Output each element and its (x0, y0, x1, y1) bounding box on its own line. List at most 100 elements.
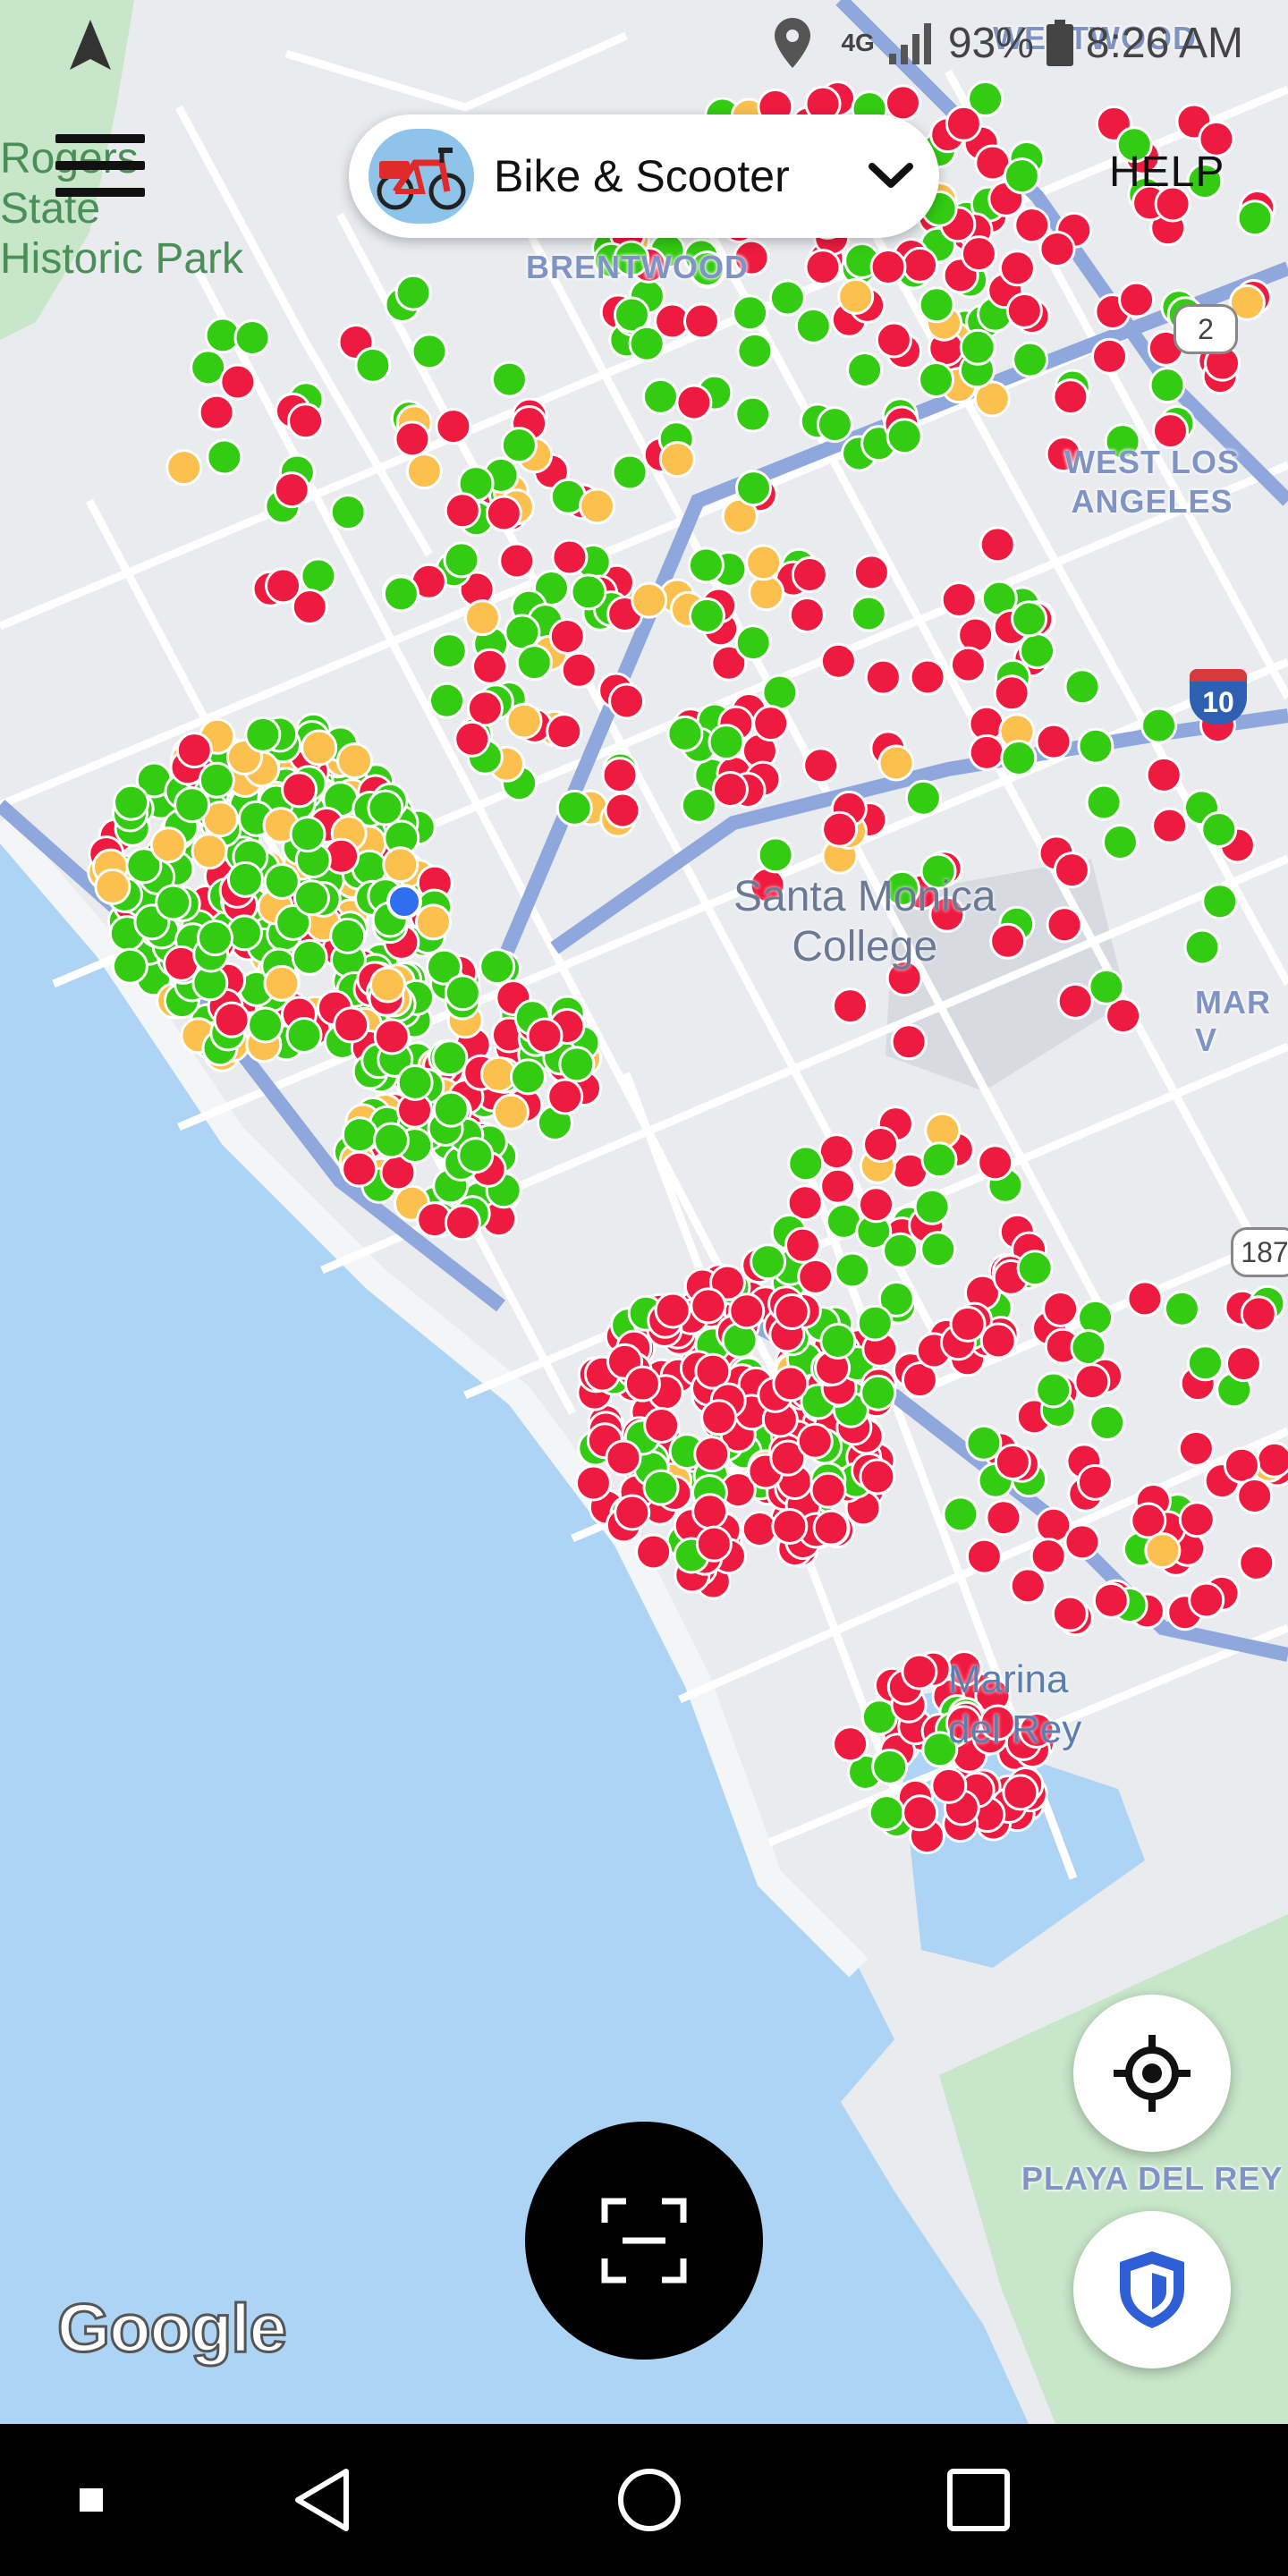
unavailable-vehicle-marker[interactable] (1256, 1441, 1288, 1479)
available-vehicle-marker[interactable] (457, 1137, 495, 1174)
low-battery-vehicle-marker[interactable] (263, 964, 301, 1002)
unavailable-vehicle-marker[interactable] (1118, 281, 1156, 318)
available-vehicle-marker[interactable] (834, 1251, 871, 1289)
available-vehicle-marker[interactable] (1000, 740, 1038, 777)
available-vehicle-marker[interactable] (206, 438, 243, 476)
unavailable-vehicle-marker[interactable] (1005, 292, 1043, 329)
available-vehicle-marker[interactable] (515, 644, 553, 682)
unavailable-vehicle-marker[interactable] (198, 394, 235, 431)
unavailable-vehicle-marker[interactable] (1236, 1477, 1274, 1514)
low-battery-vehicle-marker[interactable] (405, 453, 443, 490)
recents-button[interactable] (934, 2424, 1023, 2576)
unavailable-vehicle-marker[interactable] (1076, 1463, 1114, 1501)
available-vehicle-marker[interactable] (289, 816, 326, 853)
available-vehicle-marker[interactable] (444, 974, 481, 1012)
unavailable-vehicle-marker[interactable] (819, 1167, 857, 1205)
available-vehicle-marker[interactable] (1140, 707, 1178, 744)
recenter-button[interactable] (1073, 1995, 1231, 2152)
low-battery-vehicle-marker[interactable] (149, 826, 187, 864)
unavailable-vehicle-marker[interactable] (682, 302, 720, 340)
unavailable-vehicle-marker[interactable] (546, 713, 583, 750)
unavailable-vehicle-marker[interactable] (547, 1078, 584, 1115)
unavailable-vehicle-marker[interactable] (691, 1493, 729, 1530)
unavailable-vehicle-marker[interactable] (1051, 1595, 1089, 1632)
low-battery-vehicle-marker[interactable] (382, 846, 419, 884)
unavailable-vehicle-marker[interactable] (690, 1287, 727, 1325)
unavailable-vehicle-marker[interactable] (1240, 1295, 1277, 1333)
low-battery-vehicle-marker[interactable] (165, 449, 203, 487)
unavailable-vehicle-marker[interactable] (623, 1365, 661, 1402)
unavailable-vehicle-marker[interactable] (859, 1458, 896, 1496)
unavailable-vehicle-marker[interactable] (608, 682, 646, 720)
unavailable-vehicle-marker[interactable] (902, 1794, 939, 1832)
scan-button[interactable] (525, 2122, 763, 2360)
available-vehicle-marker[interactable] (198, 761, 235, 799)
unavailable-vehicle-marker[interactable] (551, 538, 589, 576)
low-battery-vehicle-marker[interactable] (415, 903, 453, 941)
available-vehicle-marker[interactable] (509, 1058, 547, 1096)
available-vehicle-marker[interactable] (285, 1016, 323, 1054)
unavailable-vehicle-marker[interactable] (940, 580, 978, 618)
unavailable-vehicle-marker[interactable] (700, 1399, 738, 1436)
unavailable-vehicle-marker[interactable] (219, 363, 257, 401)
unavailable-vehicle-marker[interactable] (1002, 1774, 1039, 1811)
available-vehicle-marker[interactable] (500, 427, 538, 464)
available-vehicle-marker[interactable] (1016, 1250, 1054, 1287)
unavailable-vehicle-marker[interactable] (526, 1017, 564, 1055)
available-vehicle-marker[interactable] (882, 1232, 919, 1269)
available-vehicle-marker[interactable] (794, 307, 832, 344)
available-vehicle-marker[interactable] (787, 1145, 825, 1182)
unavailable-vehicle-marker[interactable] (693, 1436, 731, 1473)
unavailable-vehicle-marker[interactable] (909, 658, 946, 696)
unavailable-vehicle-marker[interactable] (273, 471, 310, 509)
nav-extra-button[interactable] (72, 2424, 111, 2576)
available-vehicle-marker[interactable] (479, 948, 516, 986)
available-vehicle-marker[interactable] (611, 453, 648, 491)
unavailable-vehicle-marker[interactable] (930, 1767, 968, 1804)
mode-selector[interactable]: Bike & Scooter (349, 114, 939, 238)
low-battery-vehicle-marker[interactable] (336, 742, 374, 780)
unavailable-vehicle-marker[interactable] (965, 1538, 1003, 1575)
low-battery-vehicle-marker[interactable] (631, 581, 668, 619)
available-vehicle-marker[interactable] (1011, 600, 1048, 638)
available-vehicle-marker[interactable] (1101, 823, 1139, 860)
unavailable-vehicle-marker[interactable] (574, 1464, 612, 1502)
available-vehicle-marker[interactable] (300, 557, 337, 595)
low-battery-vehicle-marker[interactable] (492, 1093, 530, 1131)
unavailable-vehicle-marker[interactable] (213, 1001, 250, 1038)
unavailable-vehicle-marker[interactable] (560, 651, 597, 689)
unavailable-vehicle-marker[interactable] (1224, 1345, 1262, 1383)
unavailable-vehicle-marker[interactable] (695, 1525, 733, 1563)
available-vehicle-marker[interactable] (1077, 727, 1114, 765)
unavailable-vehicle-marker[interactable] (1177, 1429, 1215, 1467)
available-vehicle-marker[interactable] (1063, 668, 1101, 706)
available-vehicle-marker[interactable] (959, 328, 996, 366)
unavailable-vehicle-marker[interactable] (548, 618, 586, 656)
unavailable-vehicle-marker[interactable] (485, 495, 522, 532)
available-vehicle-marker[interactable] (558, 1046, 596, 1083)
unavailable-vehicle-marker[interactable] (287, 402, 325, 440)
available-vehicle-marker[interactable] (372, 1122, 410, 1159)
available-vehicle-marker[interactable] (382, 575, 419, 613)
available-vehicle-marker[interactable] (555, 789, 593, 826)
available-vehicle-marker[interactable] (918, 286, 955, 324)
unavailable-vehicle-marker[interactable] (1042, 1291, 1080, 1328)
available-vehicle-marker[interactable] (428, 682, 466, 719)
unavailable-vehicle-marker[interactable] (812, 1509, 850, 1546)
available-vehicle-marker[interactable] (942, 1496, 979, 1533)
available-vehicle-marker[interactable] (687, 547, 724, 584)
available-vehicle-marker[interactable] (871, 1748, 909, 1785)
low-battery-vehicle-marker[interactable] (579, 487, 616, 525)
unavailable-vehicle-marker[interactable] (985, 1499, 1022, 1537)
unavailable-vehicle-marker[interactable] (819, 642, 857, 680)
help-link[interactable]: HELP (1109, 148, 1224, 197)
available-vehicle-marker[interactable] (904, 779, 942, 817)
available-vehicle-marker[interactable] (329, 917, 367, 954)
available-vehicle-marker[interactable] (856, 1304, 894, 1342)
available-vehicle-marker[interactable] (886, 418, 923, 455)
available-vehicle-marker[interactable] (432, 1090, 470, 1128)
unavailable-vehicle-marker[interactable] (1178, 1501, 1216, 1538)
unavailable-vehicle-marker[interactable] (1145, 756, 1182, 793)
available-vehicle-marker[interactable] (111, 947, 148, 985)
available-vehicle-marker[interactable] (1019, 632, 1056, 670)
